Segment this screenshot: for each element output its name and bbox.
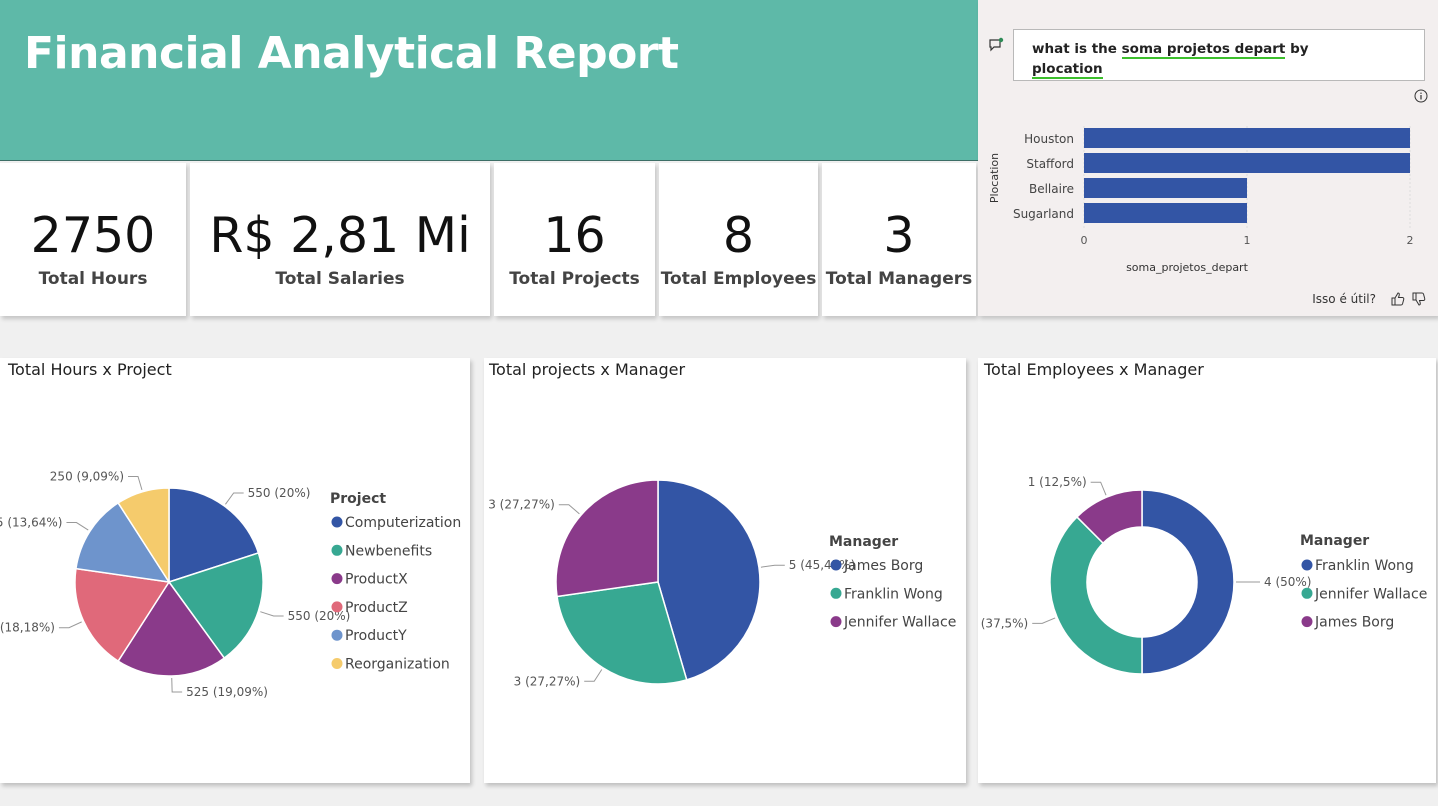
legend-marker <box>331 601 343 613</box>
bar-houston[interactable] <box>1084 128 1410 148</box>
legend-title: Manager <box>829 534 898 550</box>
kpi-value: 8 <box>722 207 755 264</box>
legend-item[interactable]: Reorganization <box>345 657 450 673</box>
kpi-label: Total Projects <box>509 269 640 289</box>
report-title: Financial Analytical Report <box>24 28 679 79</box>
legend-marker <box>1301 559 1313 571</box>
legend-marker <box>331 516 343 528</box>
leader-line <box>1032 617 1056 624</box>
legend-item[interactable]: ProductZ <box>345 600 408 616</box>
slice-franklin-wong[interactable] <box>1141 489 1235 675</box>
question-term-measure: soma projetos depart <box>1121 41 1286 59</box>
data-label: 250 (9,09%) <box>50 469 124 483</box>
qa-visual[interactable]: what is the soma projetos depart by ploc… <box>978 0 1438 316</box>
legend-marker <box>830 616 842 628</box>
legend-marker <box>1301 616 1313 628</box>
legend-item[interactable]: ProductY <box>345 628 407 644</box>
y-category-label: Bellaire <box>1029 182 1074 196</box>
legend-marker <box>331 658 343 669</box>
bar-bellaire[interactable] <box>1084 178 1247 198</box>
kpi-label: Total Employees <box>660 269 817 289</box>
legend-marker <box>1301 587 1313 599</box>
legend-marker <box>830 587 842 599</box>
leader-line <box>584 669 603 682</box>
bar-stafford[interactable] <box>1084 153 1410 173</box>
kpi-label: Total Managers <box>825 269 973 289</box>
data-label: 4 (50%) <box>1264 575 1311 589</box>
kpi-card-total-managers[interactable]: 3 Total Managers <box>822 163 976 316</box>
y-category-label: Stafford <box>1026 157 1074 171</box>
legend-marker <box>331 629 343 641</box>
legend-marker <box>331 573 343 585</box>
thumbs-up-icon[interactable] <box>1390 291 1406 307</box>
y-category-label: Sugarland <box>1013 207 1074 221</box>
legend-item[interactable]: Franklin Wong <box>844 586 943 602</box>
question-term-field: plocation <box>1032 61 1103 79</box>
question-text-pre: what is the <box>1032 41 1122 57</box>
data-label: 550 (20%) <box>288 609 351 623</box>
slice-jennifer-wallace[interactable] <box>555 479 659 598</box>
kpi-label: Total Hours <box>38 269 148 289</box>
legend-item[interactable]: James Borg <box>1314 615 1394 631</box>
data-label: 3 (27,27%) <box>488 498 555 512</box>
leader-line <box>128 475 143 491</box>
leader-line <box>58 621 82 629</box>
legend-marker <box>331 544 343 556</box>
question-text-mid: by <box>1285 41 1309 57</box>
data-label: 375 (13,64%) <box>0 516 62 530</box>
x-tick-label: 1 <box>1244 234 1251 247</box>
kpi-label: Total Salaries <box>275 269 405 289</box>
employees-by-manager-donut[interactable]: 4 (50%) 3 (37,5%) 1 (12,5%) Manager Frankl… <box>978 358 1436 783</box>
x-tick-label: 0 <box>1081 234 1088 247</box>
legend-item[interactable]: ProductX <box>345 572 408 588</box>
leader-line <box>66 522 89 531</box>
legend-item[interactable]: Computerization <box>345 515 461 531</box>
data-label: 3 (37,5%) <box>978 616 1028 630</box>
leader-line <box>760 564 785 568</box>
report-header: Financial Analytical Report <box>0 0 978 161</box>
kpi-value: 16 <box>543 207 606 264</box>
slice-jennifer-wallace[interactable] <box>1049 515 1143 675</box>
leader-line <box>558 504 580 515</box>
data-label: 550 (20%) <box>248 486 311 500</box>
data-label: 3 (27,27%) <box>514 674 581 688</box>
hours-by-project-pie[interactable]: 550 (20%) 550 (20%) 525 (19,09%) 500 (18,18… <box>0 358 470 783</box>
kpi-card-total-employees[interactable]: 8 Total Employees <box>659 163 818 316</box>
kpi-value: 3 <box>883 207 915 264</box>
chat-icon[interactable] <box>988 37 1004 53</box>
leader-line <box>225 492 244 505</box>
thumbs-down-icon[interactable] <box>1411 291 1427 307</box>
projects-by-manager-pie[interactable]: 5 (45,45%)3 (27,27%)3 (27,27%) Manager J… <box>484 358 966 783</box>
data-label: 1 (12,5%) <box>1028 475 1087 489</box>
data-label: 500 (18,18%) <box>0 621 55 635</box>
kpi-card-total-salaries[interactable]: R$ 2,81 Mi Total Salaries <box>190 163 490 316</box>
legend-item[interactable]: James Borg <box>843 558 923 574</box>
legend-title: Project <box>330 491 386 507</box>
kpi-card-total-hours[interactable]: 2750 Total Hours <box>0 163 186 316</box>
data-label: 525 (19,09%) <box>186 685 268 699</box>
leader-line <box>171 677 183 693</box>
legend-item[interactable]: Newbenefits <box>345 543 432 559</box>
leader-line <box>260 611 284 617</box>
legend-item[interactable]: Jennifer Wallace <box>843 615 956 631</box>
y-category-label: Houston <box>1024 132 1074 146</box>
kpi-value: R$ 2,81 Mi <box>209 207 471 264</box>
bar-sugarland[interactable] <box>1084 203 1247 223</box>
feedback-label: Isso é útil? <box>1312 292 1376 306</box>
x-tick-label: 2 <box>1407 234 1414 247</box>
plocation-bar-chart[interactable]: Houston Stafford Bellaire Sugarland 0 1 2 som… <box>978 110 1438 280</box>
kpi-value: 2750 <box>30 207 156 264</box>
x-axis-title: soma_projetos_depart <box>1126 261 1249 274</box>
kpi-card-total-projects[interactable]: 16 Total Projects <box>494 163 655 316</box>
legend-title: Manager <box>1300 533 1369 549</box>
legend-marker <box>830 559 842 571</box>
qa-question-input[interactable]: what is the soma projetos depart by ploc… <box>1013 29 1425 81</box>
legend-item[interactable]: Franklin Wong <box>1315 558 1414 574</box>
info-icon[interactable] <box>1414 89 1428 103</box>
y-axis-title: Plocation <box>988 153 1001 203</box>
leader-line <box>1090 481 1107 496</box>
legend-item[interactable]: Jennifer Wallace <box>1314 586 1427 602</box>
